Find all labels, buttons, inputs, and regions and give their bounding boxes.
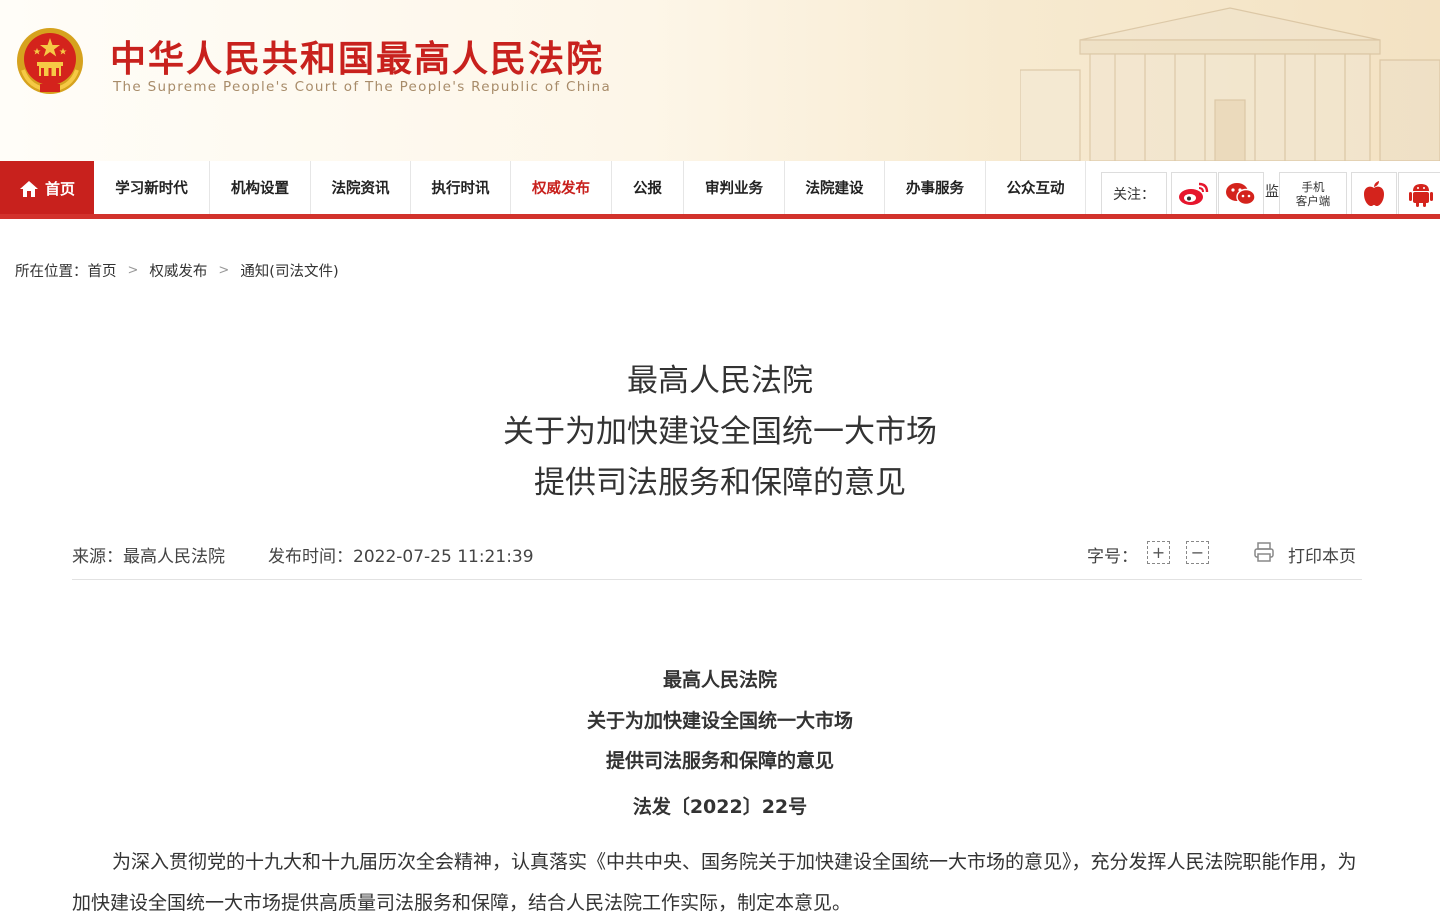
- breadcrumb-separator: >: [218, 263, 230, 278]
- body-paragraph: 为深入贯彻党的十九大和十九届历次全会精神，认真落实《中共中央、国务院关于加快建设…: [72, 851, 1357, 914]
- document-heading-line: 最高人民法院: [662, 669, 777, 691]
- court-building-illustration: [1020, 7, 1440, 161]
- font-decrease-button[interactable]: −: [1186, 541, 1209, 564]
- site-title: 中华人民共和国最高人民法院: [110, 38, 605, 80]
- document-heading: 最高人民法院 关于为加快建设全国统一大市场 提供司法服务和保障的意见: [0, 660, 1440, 782]
- nav-item-authoritative-release[interactable]: 权威发布: [511, 161, 612, 214]
- print-page-link[interactable]: 打印本页: [1288, 542, 1356, 567]
- article-publish-time: 发布时间：2022-07-25 11:21:39: [268, 547, 534, 567]
- nav-item-public-interaction[interactable]: 公众互动: [986, 161, 1086, 214]
- breadcrumb-item-notice[interactable]: 通知(司法文件): [240, 260, 338, 281]
- article-title-line: 关于为加快建设全国统一大市场: [503, 414, 937, 450]
- nav-home[interactable]: 首页: [0, 161, 94, 216]
- document-heading-line: 提供司法服务和保障的意见: [605, 750, 834, 772]
- font-increase-button[interactable]: +: [1147, 541, 1170, 564]
- breadcrumb-prefix: 所在位置：: [15, 264, 88, 280]
- national-emblem-logo[interactable]: [15, 26, 85, 96]
- wechat-link[interactable]: [1218, 172, 1264, 214]
- nav-accent-line: [0, 214, 1440, 219]
- clipped-text: 监: [1265, 184, 1279, 200]
- nav-item-enforcement-news[interactable]: 执行时讯: [411, 161, 511, 214]
- article-title: 最高人民法院 关于为加快建设全国统一大市场 提供司法服务和保障的意见: [0, 356, 1440, 509]
- ios-app-link[interactable]: [1351, 172, 1397, 214]
- breadcrumb-separator: >: [127, 263, 139, 278]
- mobile-client-line1: 手机: [1301, 179, 1325, 194]
- android-icon: [1409, 183, 1433, 207]
- home-icon: [19, 180, 38, 197]
- site-header: 中华人民共和国最高人民法院 The Supreme People's Court…: [0, 0, 1440, 161]
- mobile-client-link[interactable]: 手机 客户端: [1279, 172, 1347, 214]
- document-heading-line: 关于为加快建设全国统一大市场: [586, 709, 853, 732]
- nav-item-court-construction[interactable]: 法院建设: [785, 161, 885, 214]
- weibo-icon: [1179, 182, 1209, 205]
- nav-item-gazette[interactable]: 公报: [612, 161, 684, 214]
- nav-home-label: 首页: [44, 180, 75, 198]
- nav-item-services[interactable]: 办事服务: [885, 161, 986, 214]
- apple-icon: [1364, 180, 1384, 206]
- article-meta: 来源：最高人民法院 发布时间：2022-07-25 11:21:39 字号： +…: [72, 540, 1362, 580]
- nav-item-trial-business[interactable]: 审判业务: [684, 161, 785, 214]
- site-subtitle: The Supreme People's Court of The People…: [113, 79, 612, 95]
- article-source: 来源：最高人民法院: [72, 547, 225, 567]
- wechat-icon: [1226, 182, 1256, 205]
- follow-label: 关注：: [1101, 172, 1167, 214]
- nav-item-court-news[interactable]: 法院资讯: [311, 161, 411, 214]
- printer-icon[interactable]: [1253, 541, 1275, 563]
- nav-item-study[interactable]: 学习新时代: [94, 161, 210, 214]
- weibo-link[interactable]: [1171, 172, 1217, 214]
- article-title-line: 提供司法服务和保障的意见: [534, 465, 906, 501]
- mobile-client-line2: 客户端: [1295, 193, 1331, 208]
- breadcrumb: 所在位置： 首页 > 权威发布 > 通知(司法文件): [15, 260, 339, 281]
- article-title-line: 最高人民法院: [627, 363, 813, 399]
- android-app-link[interactable]: [1398, 172, 1440, 214]
- document-number: 法发〔2022〕22号: [632, 796, 808, 818]
- nav-item-organization[interactable]: 机构设置: [210, 161, 311, 214]
- font-size-label: 字号：: [1087, 547, 1138, 567]
- breadcrumb-item-release[interactable]: 权威发布: [149, 260, 207, 281]
- breadcrumb-item-home[interactable]: 首页: [88, 260, 117, 281]
